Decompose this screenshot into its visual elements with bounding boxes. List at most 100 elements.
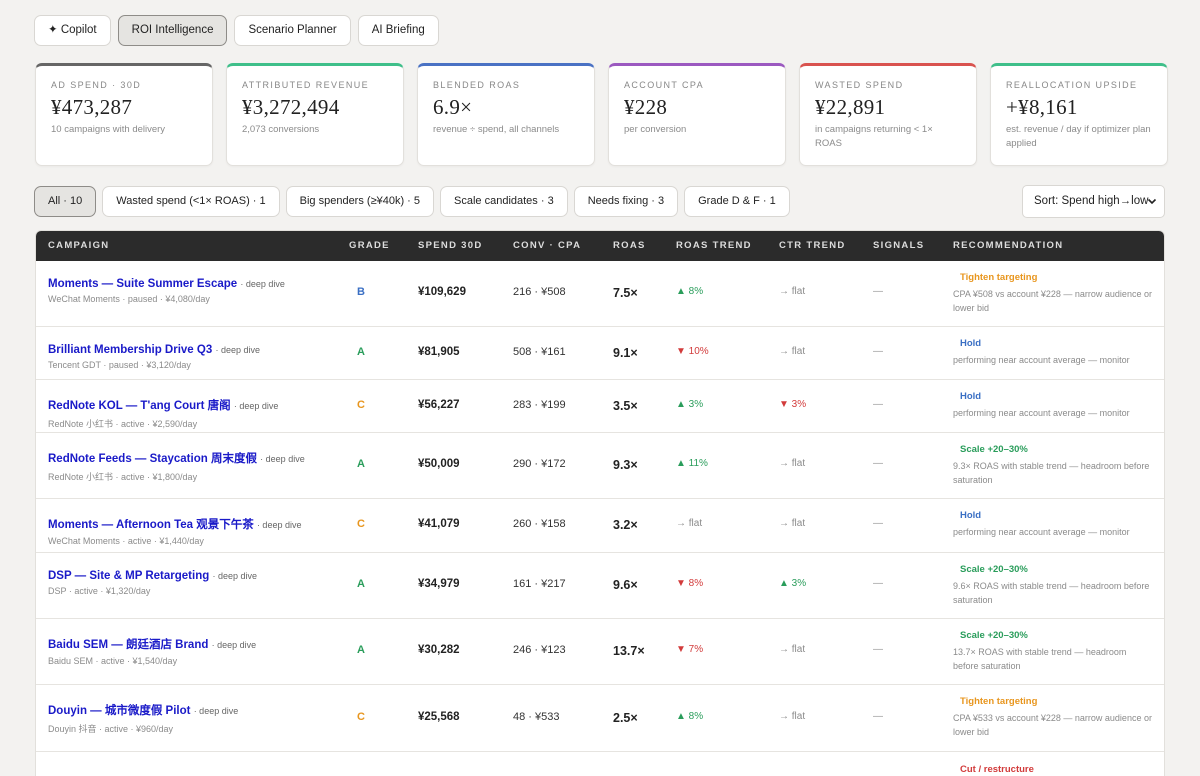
grade-badge: A [357, 644, 365, 656]
conv-cpa-value: 508 · ¥161 [513, 346, 566, 358]
campaign-name-link[interactable]: DSP — Site & MP Retargeting [48, 570, 209, 582]
table-row[interactable]: Moments — Suite Summer Escape · deep div… [36, 261, 1164, 327]
grade-badge: C [357, 518, 365, 530]
conv-cpa-value: 48 · ¥533 [513, 711, 560, 723]
recommendation-title: Scale +20–30% [960, 444, 1028, 455]
campaign-name-link[interactable]: Moments — Afternoon Tea 观景下午茶 [48, 519, 254, 531]
campaign-meta: Tencent GDT · paused · ¥3,120/day [48, 360, 191, 370]
ctr-trend: → flat [779, 458, 806, 469]
signals-value: — [873, 518, 883, 529]
filter-all[interactable]: All · 10 [34, 186, 97, 217]
col-roas[interactable]: ROAS [613, 231, 646, 261]
col-spend[interactable]: Spend 30d [418, 231, 483, 261]
table-row[interactable]: Cut / restructure [36, 752, 1164, 776]
col-ctr-trend[interactable]: CTR trend [779, 231, 846, 261]
deep-dive-link[interactable]: · deep dive [212, 571, 257, 581]
recommendation-cell: Scale +20–30% 9.3× ROAS with stable trend… [953, 444, 1153, 487]
campaign-meta: WeChat Moments · paused · ¥4,080/day [48, 294, 210, 304]
filter-grade-d-f[interactable]: Grade D & F · 1 [684, 186, 790, 217]
recommendation-cell: Hold performing near account average — mo… [953, 338, 1153, 367]
tab-scenario-planner[interactable]: Scenario Planner [234, 15, 351, 46]
roas-value: 13.7× [613, 644, 645, 658]
deep-dive-link[interactable]: · deep dive [240, 279, 285, 289]
campaign-table: Campaign Grade Spend 30d Conv · CPA ROAS… [35, 230, 1165, 776]
kpi-value: ¥3,272,494 [242, 95, 340, 119]
campaign-name-link[interactable]: Moments — Suite Summer Escape [48, 278, 237, 290]
campaign-name-link[interactable]: RedNote KOL — T'ang Court 唐阁 [48, 400, 231, 412]
roas-trend: ▲ 11% [676, 458, 708, 469]
roas-trend: ▲ 3% [676, 399, 704, 410]
filter-wasted-spend[interactable]: Wasted spend (<1× ROAS) · 1 [102, 186, 280, 217]
col-campaign[interactable]: Campaign [48, 231, 109, 261]
campaign-name-link[interactable]: RedNote Feeds — Staycation 周末度假 [48, 453, 257, 465]
deep-dive-link[interactable]: · deep dive [212, 640, 257, 650]
recommendation-cell: Cut / restructure [953, 764, 1153, 776]
conv-cpa-value: 260 · ¥158 [513, 518, 566, 530]
kpi-cards: Ad spend · 30d ¥473,287 10 campaigns with … [35, 63, 1168, 166]
signals-value: — [873, 578, 883, 589]
campaign-meta: WeChat Moments · active · ¥1,440/day [48, 536, 204, 546]
recommendation-text: 13.7× ROAS with stable trend — headroom … [953, 647, 1127, 671]
campaign-meta: Baidu SEM · active · ¥1,540/day [48, 656, 178, 666]
grade-badge: A [357, 346, 365, 358]
table-row[interactable]: DSP — Site & MP Retargeting · deep dive D… [36, 553, 1164, 619]
deep-dive-link[interactable]: · deep dive [234, 401, 279, 411]
conv-cpa-value: 290 · ¥172 [513, 458, 566, 470]
deep-dive-link[interactable]: · deep dive [257, 520, 302, 530]
campaign-cell: RedNote KOL — T'ang Court 唐阁 · deep dive… [48, 397, 278, 430]
table-row[interactable]: Moments — Afternoon Tea 观景下午茶 · deep div… [36, 499, 1164, 553]
table-row[interactable]: Baidu SEM — 朗廷酒店 Brand · deep dive Baidu … [36, 619, 1164, 685]
kpi-subtext: per conversion [624, 124, 687, 135]
recommendation-text: 9.3× ROAS with stable trend — headroom b… [953, 461, 1150, 485]
conv-cpa-value: 246 · ¥123 [513, 644, 566, 656]
kpi-card: Account CPA ¥228 per conversion [608, 63, 786, 166]
kpi-card: Wasted spend ¥22,891 in campaigns returnin… [799, 63, 977, 166]
kpi-label: Wasted spend [815, 80, 904, 90]
tab-copilot[interactable]: ✦ Copilot [34, 15, 111, 46]
col-grade[interactable]: Grade [349, 231, 390, 261]
tab-ai-briefing[interactable]: AI Briefing [357, 15, 439, 46]
recommendation-title: Hold [960, 510, 982, 521]
filter-scale-candidates[interactable]: Scale candidates · 3 [440, 186, 568, 217]
col-conv-cpa[interactable]: Conv · CPA [513, 231, 581, 261]
campaign-name-link[interactable]: Baidu SEM — 朗廷酒店 Brand [48, 639, 208, 651]
deep-dive-link[interactable]: · deep dive [260, 454, 305, 464]
roas-value: 9.3× [613, 458, 638, 472]
tab-roi-intelligence[interactable]: ROI Intelligence [117, 15, 228, 46]
kpi-subtext: est. revenue / day if optimizer plan app… [1006, 124, 1151, 149]
recommendation-cell: Hold performing near account average — mo… [953, 510, 1153, 539]
recommendation-title: Hold [960, 338, 982, 349]
deep-dive-link[interactable]: · deep dive [215, 345, 260, 355]
conv-cpa-value: 216 · ¥508 [513, 286, 566, 298]
filter-big-spenders[interactable]: Big spenders (≥¥40k) · 5 [285, 186, 435, 217]
grade-badge: C [357, 399, 365, 411]
spend-value: ¥25,568 [418, 711, 460, 723]
table-row[interactable]: RedNote Feeds — Staycation 周末度假 · deep d… [36, 433, 1164, 499]
recommendation-title: Hold [960, 391, 982, 402]
chevron-down-icon [1147, 186, 1157, 217]
deep-dive-link[interactable]: · deep dive [194, 706, 239, 716]
roas-value: 2.5× [613, 711, 638, 725]
col-roas-trend[interactable]: ROAS trend [676, 231, 752, 261]
ctr-trend: → flat [779, 346, 806, 357]
col-recommendation[interactable]: Recommendation [953, 231, 1063, 261]
roas-value: 7.5× [613, 286, 638, 300]
recommendation-text: 9.6× ROAS with stable trend — headroom b… [953, 581, 1150, 605]
sort-label: Sort: Spend high→low [1034, 195, 1149, 207]
roas-value: 9.1× [613, 346, 638, 360]
grade-badge: C [357, 711, 365, 723]
campaign-meta: DSP · active · ¥1,320/day [48, 586, 151, 596]
filter-needs-fixing[interactable]: Needs fixing · 3 [573, 186, 679, 217]
campaign-name-link[interactable]: Douyin — 城市微度假 Pilot [48, 705, 190, 717]
campaign-cell: Moments — Afternoon Tea 观景下午茶 · deep div… [48, 516, 301, 546]
signals-value: — [873, 711, 883, 722]
kpi-card: Blended ROAS 6.9× revenue ÷ spend, all cha… [417, 63, 595, 166]
table-row[interactable]: Brilliant Membership Drive Q3 · deep div… [36, 327, 1164, 380]
sort-select[interactable]: Sort: Spend high→low [1022, 185, 1165, 218]
kpi-label: Reallocation upside [1006, 80, 1138, 90]
table-row[interactable]: RedNote KOL — T'ang Court 唐阁 · deep dive… [36, 380, 1164, 433]
col-signals[interactable]: Signals [873, 231, 924, 261]
table-row[interactable]: Douyin — 城市微度假 Pilot · deep dive Douyin 抖… [36, 685, 1164, 752]
roas-trend: ▲ 8% [676, 711, 704, 722]
campaign-name-link[interactable]: Brilliant Membership Drive Q3 [48, 344, 212, 356]
